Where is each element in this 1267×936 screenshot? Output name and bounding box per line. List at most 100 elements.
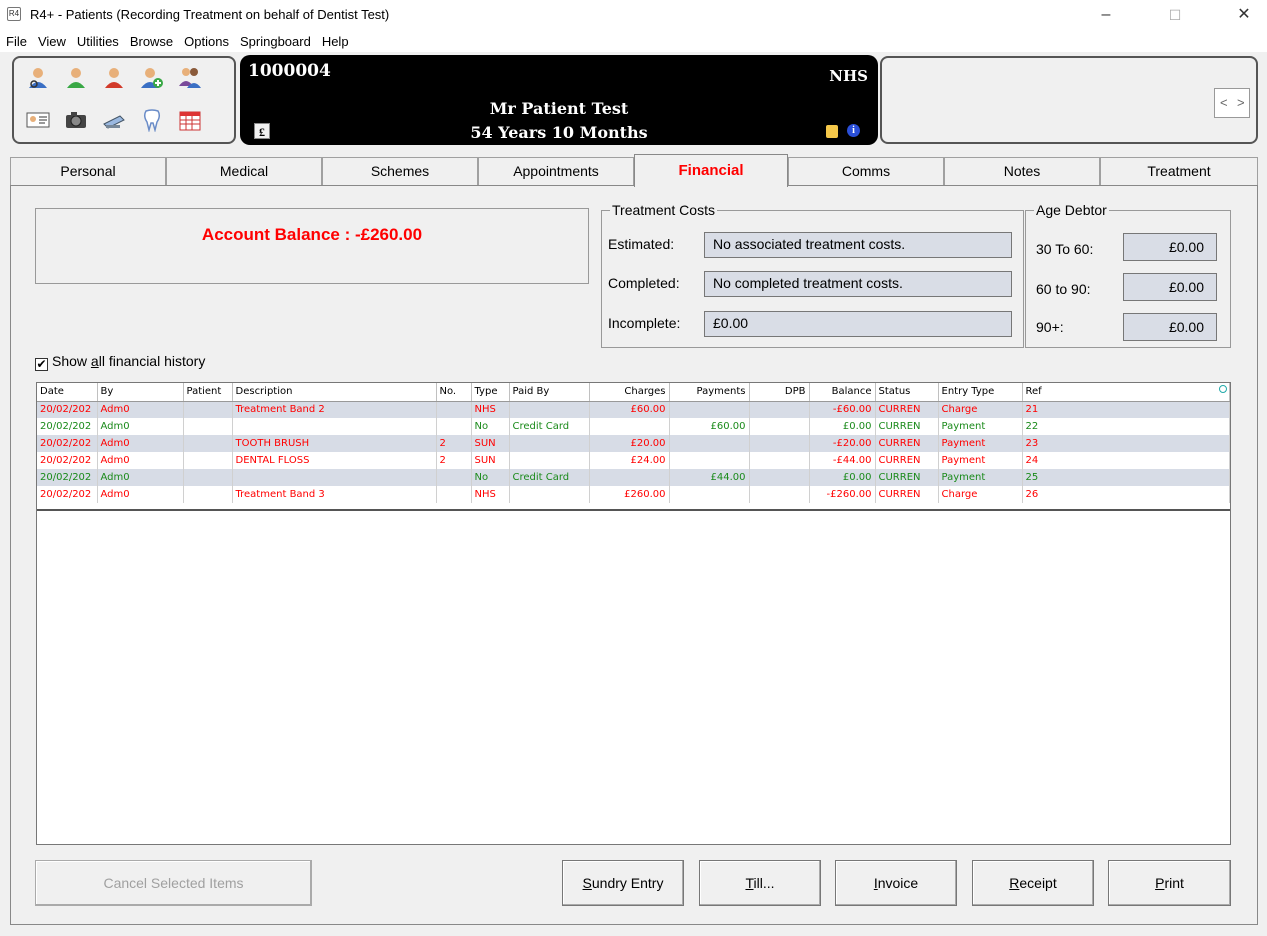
cell-description: DENTAL FLOSS [232, 452, 437, 469]
minimize-button[interactable]: – [1083, 0, 1129, 30]
camera-icon[interactable] [64, 108, 88, 132]
cell-balance: -£60.00 [809, 401, 876, 418]
col-patient[interactable]: Patient [183, 383, 233, 402]
menu-help[interactable]: Help [316, 30, 354, 49]
table-row[interactable]: 20/02/202 Adm0 No Credit Card £44.00 £0.00 CUR… [37, 469, 1230, 486]
show-history-checkbox-row[interactable]: ✔ Show all financial history [35, 353, 205, 371]
menu-options[interactable]: Options [178, 30, 234, 49]
cell-by: Adm0 [97, 435, 184, 452]
cell-type: No [471, 469, 510, 486]
column-chooser-icon[interactable] [1219, 385, 1227, 393]
col-balance[interactable]: Balance [809, 383, 876, 402]
tab-personal[interactable]: Personal [10, 157, 166, 186]
chevron-left-icon[interactable]: < [1220, 95, 1228, 110]
tab-schemes[interactable]: Schemes [322, 157, 478, 186]
cell-ref: 21 [1022, 401, 1230, 418]
patient-age: 54 Years 10 Months [470, 123, 648, 142]
tooth-icon[interactable] [140, 108, 164, 132]
cell-description: Treatment Band 3 [232, 486, 437, 503]
family-icon[interactable] [178, 66, 202, 90]
find-patient-icon[interactable] [26, 66, 50, 90]
cell-no [436, 418, 472, 435]
col-ref[interactable]: Ref [1022, 383, 1230, 402]
id-card-icon[interactable] [26, 108, 50, 132]
patient-header: 1000004 NHS Mr Patient Test 54 Years 10 … [0, 52, 1267, 154]
financial-panel: Account Balance : -£260.00 Treatment Cos… [10, 185, 1258, 925]
scanner-icon[interactable] [102, 108, 126, 132]
menu-view[interactable]: View [32, 30, 71, 49]
table-row[interactable]: 20/02/202 Adm0 TOOTH BRUSH 2 SUN £20.00 -£20.0… [37, 435, 1230, 452]
table-body: 20/02/202 Adm0 Treatment Band 2 NHS £60.00 -£… [37, 401, 1230, 503]
sundry-entry-button[interactable]: Sundry Entry [562, 860, 684, 906]
cell-type: No [471, 418, 510, 435]
till-button[interactable]: Till... [699, 860, 821, 906]
financial-history-table[interactable]: Date By Patient Description No. Type Pai… [36, 382, 1231, 845]
pound-icon[interactable]: £ [254, 123, 270, 139]
patient-green-icon[interactable] [64, 66, 88, 90]
col-type[interactable]: Type [471, 383, 510, 402]
cell-description: Treatment Band 2 [232, 401, 437, 418]
patient-red-icon[interactable] [102, 66, 126, 90]
col-by[interactable]: By [97, 383, 184, 402]
cell-entry-type: Charge [938, 401, 1023, 418]
col-no[interactable]: No. [436, 383, 472, 402]
col-dpb[interactable]: DPB [749, 383, 810, 402]
note-icon[interactable] [826, 125, 838, 138]
cell-no [436, 469, 472, 486]
table-row[interactable]: 20/02/202 Adm0 DENTAL FLOSS 2 SUN £24.00 -£44.… [37, 452, 1230, 469]
cancel-selected-button[interactable]: Cancel Selected Items [35, 860, 312, 906]
col-description[interactable]: Description [232, 383, 437, 402]
table-row[interactable]: 20/02/202 Adm0 Treatment Band 2 NHS £60.00 -£… [37, 401, 1230, 418]
add-patient-icon[interactable] [140, 66, 164, 90]
col-payments[interactable]: Payments [669, 383, 750, 402]
tab-treatment[interactable]: Treatment [1100, 157, 1258, 186]
col-entry-type[interactable]: Entry Type [938, 383, 1023, 402]
show-history-checkbox[interactable]: ✔ [35, 358, 48, 371]
app-icon: R4 [7, 7, 21, 21]
receipt-accel: R [1009, 875, 1020, 891]
col-status[interactable]: Status [875, 383, 939, 402]
table-row[interactable]: 20/02/202 Adm0 No Credit Card £60.00 £0.00 CUR… [37, 418, 1230, 435]
age-debtor-group: Age Debtor 30 To 60: £0.00 60 to 90: £0.… [1025, 202, 1231, 348]
patient-scheme: NHS [829, 67, 868, 85]
cell-charges [589, 469, 670, 486]
cell-payments [669, 452, 750, 469]
cell-entry-type: Payment [938, 452, 1023, 469]
invoice-label: nvoice [877, 875, 919, 891]
table-row[interactable]: 20/02/202 Adm0 Treatment Band 3 NHS £260.00 -… [37, 486, 1230, 503]
cell-ref: 24 [1022, 452, 1230, 469]
calendar-icon[interactable] [178, 108, 202, 132]
menu-utilities[interactable]: Utilities [71, 30, 124, 49]
menu-file[interactable]: File [0, 30, 32, 49]
col-paid-by[interactable]: Paid By [509, 383, 590, 402]
cell-patient [183, 418, 233, 435]
completed-label: Completed: [608, 275, 680, 291]
cell-by: Adm0 [97, 486, 184, 503]
cell-paid-by [509, 452, 590, 469]
print-button[interactable]: Print [1108, 860, 1231, 906]
close-button[interactable]: ✕ [1221, 0, 1267, 30]
chevron-right-icon[interactable]: > [1237, 95, 1245, 110]
menu-springboard[interactable]: Springboard [234, 30, 316, 49]
tab-financial[interactable]: Financial [634, 154, 788, 187]
receipt-button[interactable]: Receipt [972, 860, 1094, 906]
cell-by: Adm0 [97, 401, 184, 418]
account-balance: Account Balance : -£260.00 [201, 225, 423, 244]
cell-balance: -£260.00 [809, 486, 876, 503]
cell-status: CURREN [875, 435, 939, 452]
cell-entry-type: Charge [938, 486, 1023, 503]
info-icon[interactable]: i [847, 124, 860, 137]
col-charges[interactable]: Charges [589, 383, 670, 402]
debtor-90-plus-field: £0.00 [1123, 313, 1217, 341]
tab-notes[interactable]: Notes [944, 157, 1100, 186]
cell-patient [183, 469, 233, 486]
incomplete-field: £0.00 [704, 311, 1012, 337]
cell-status: CURREN [875, 418, 939, 435]
invoice-button[interactable]: Invoice [835, 860, 957, 906]
menu-browse[interactable]: Browse [124, 30, 178, 49]
tab-medical[interactable]: Medical [166, 157, 322, 186]
maximize-button[interactable]: ☐ [1152, 0, 1198, 30]
tab-comms[interactable]: Comms [788, 157, 944, 186]
col-date[interactable]: Date [37, 383, 98, 402]
tab-appointments[interactable]: Appointments [478, 157, 634, 186]
